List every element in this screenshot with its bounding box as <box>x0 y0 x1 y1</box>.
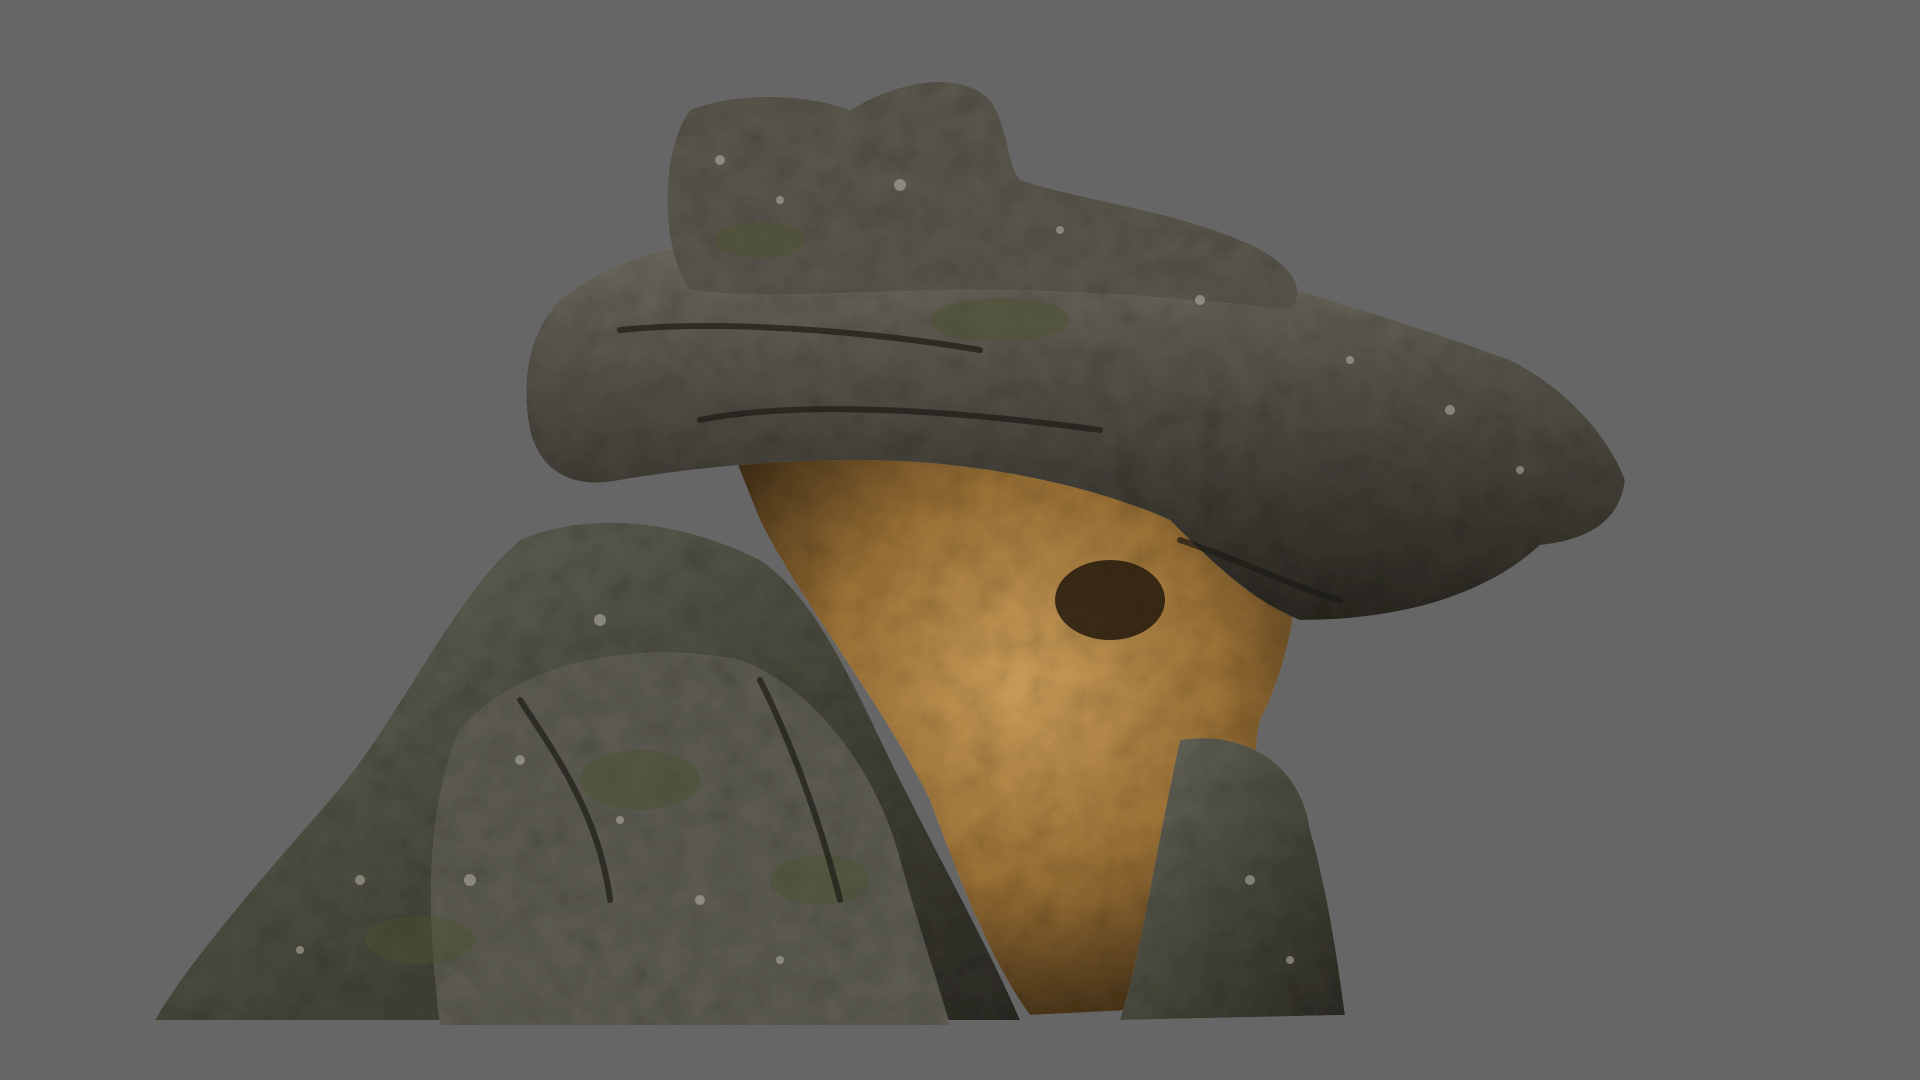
rock-model[interactable] <box>0 0 1920 1080</box>
rock-front-boulder <box>431 652 950 1025</box>
cave-hole <box>1055 560 1165 640</box>
rock-top-cap <box>667 81 1298 311</box>
3d-viewport[interactable] <box>0 0 1920 1080</box>
